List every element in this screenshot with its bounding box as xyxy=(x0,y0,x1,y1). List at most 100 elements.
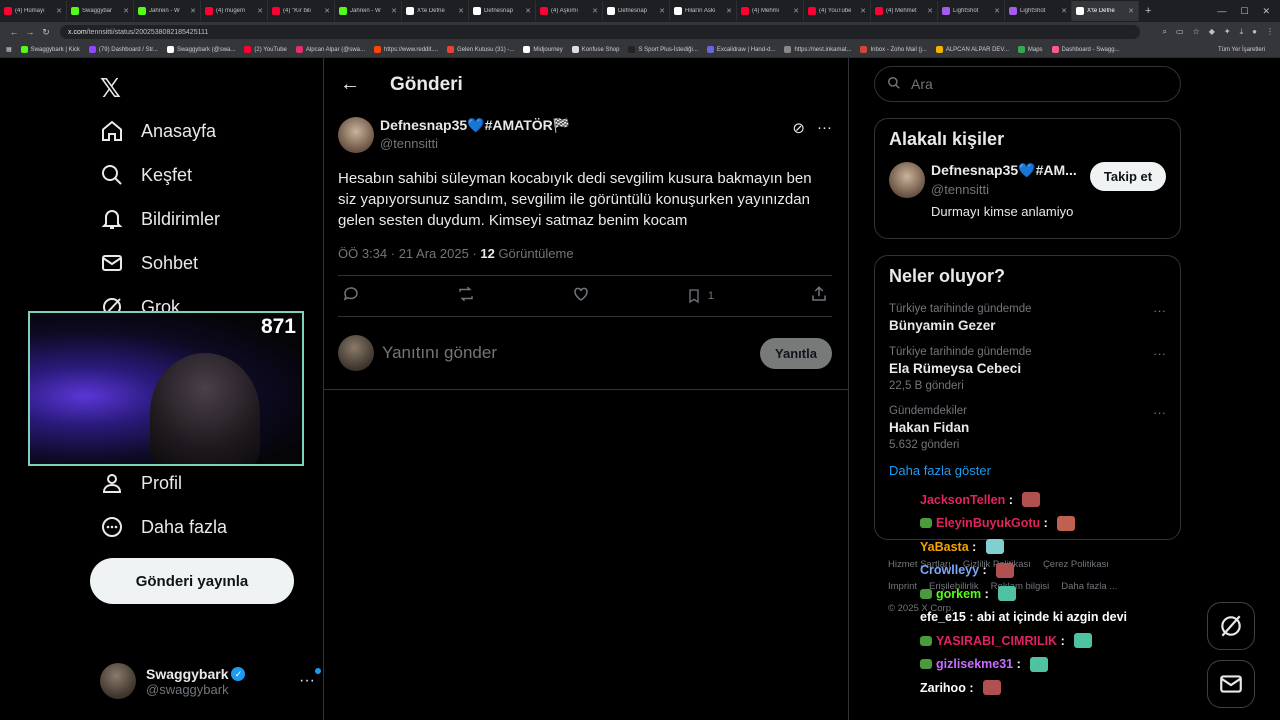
close-tab-icon[interactable]: ✕ xyxy=(324,7,330,15)
puzzle-icon[interactable]: ✦ xyxy=(1224,27,1231,37)
nav-explore[interactable]: Keşfet xyxy=(100,163,192,187)
more-dots-icon[interactable]: ··· xyxy=(1153,303,1166,333)
close-tab-icon[interactable]: ✕ xyxy=(257,7,263,15)
bookmark-item[interactable]: Maps xyxy=(1017,46,1043,53)
nav-profile[interactable]: Profil xyxy=(100,471,182,495)
bookmark-item[interactable]: S Sport Plus-İstediği... xyxy=(628,46,698,53)
close-tab-icon[interactable]: ✕ xyxy=(1061,7,1067,15)
browser-tab[interactable]: Jahrein - W ✕ xyxy=(134,1,201,21)
search-input[interactable]: Ara xyxy=(874,66,1181,102)
close-tab-icon[interactable]: ✕ xyxy=(994,7,1000,15)
bookmark-item[interactable]: Inbox - Zoho Mail (j... xyxy=(860,46,927,53)
close-tab-icon[interactable]: ✕ xyxy=(1128,7,1134,15)
minimize-icon[interactable]: — xyxy=(1217,6,1226,17)
account-switcher[interactable]: Swaggybark ✓ @swaggybark ··· xyxy=(100,661,321,701)
apps-icon[interactable]: ▦ xyxy=(6,46,12,53)
browser-tab[interactable]: LightShot ✕ xyxy=(938,1,1005,21)
browser-tab[interactable]: Swaggybar ✕ xyxy=(67,1,134,21)
more-dots-icon[interactable]: ··· xyxy=(299,668,321,690)
close-tab-icon[interactable]: ✕ xyxy=(458,7,464,15)
bookmark-item[interactable]: ALPCAN ALPAR DEV... xyxy=(935,46,1009,53)
bookmark-item[interactable]: (79) Dashboard / Str... xyxy=(88,46,158,53)
share-icon[interactable] xyxy=(810,285,828,308)
bookmark-item[interactable]: Konfuse Shop xyxy=(571,46,619,53)
close-tab-icon[interactable]: ✕ xyxy=(860,7,866,15)
messages-fab[interactable] xyxy=(1207,660,1255,708)
repost-icon[interactable] xyxy=(456,285,476,308)
trend-item[interactable]: Gündemdekiler Hakan Fidan 5.632 gönderi … xyxy=(889,405,1166,451)
close-tab-icon[interactable]: ✕ xyxy=(391,7,397,15)
bookmark-item[interactable]: Excalidraw | Hand-d... xyxy=(706,46,775,53)
chat-username[interactable]: EleyinBuyukGotu xyxy=(936,516,1040,530)
browser-tab[interactable]: Defnesnap ✕ xyxy=(603,1,670,21)
chat-username[interactable]: JacksonTellen xyxy=(920,493,1005,507)
browser-tab[interactable]: LightShot ✕ xyxy=(1005,1,1072,21)
more-dots-icon[interactable]: ··· xyxy=(817,119,832,137)
bookmark-item[interactable]: https://www.reddit.... xyxy=(374,46,438,53)
browser-tab[interactable]: X'te Defne ✕ xyxy=(1072,1,1139,21)
extension-icon[interactable]: ◆ xyxy=(1209,27,1215,37)
follow-button[interactable]: Takip et xyxy=(1090,162,1166,191)
more-dots-icon[interactable]: ··· xyxy=(1153,346,1166,392)
close-tab-icon[interactable]: ✕ xyxy=(592,7,598,15)
author-avatar[interactable] xyxy=(338,117,374,153)
browser-tab[interactable]: Jahrein - W ✕ xyxy=(335,1,402,21)
close-tab-icon[interactable]: ✕ xyxy=(659,7,665,15)
new-tab-icon[interactable]: + xyxy=(1139,5,1157,17)
menu-icon[interactable]: ⋮ xyxy=(1266,27,1274,37)
bookmark-item[interactable]: Swaggybark | Kick xyxy=(20,46,80,53)
browser-tab[interactable]: (4) mugem ✕ xyxy=(201,1,268,21)
browser-tab[interactable]: (4) YouTube ✕ xyxy=(804,1,871,21)
author-name[interactable]: Defnesnap35💙#AMATÖR🏁 xyxy=(380,117,570,134)
browser-tab[interactable]: X'te Defne ✕ xyxy=(402,1,469,21)
chat-username[interactable]: gorkem xyxy=(936,587,981,601)
close-tab-icon[interactable]: ✕ xyxy=(793,7,799,15)
star-icon[interactable]: ☆ xyxy=(1193,27,1200,37)
back-icon[interactable]: ← xyxy=(6,27,22,37)
browser-tab[interactable]: (4) Mehmet ✕ xyxy=(871,1,938,21)
chat-username[interactable]: Crowlleyy xyxy=(920,563,979,577)
zoom-icon[interactable]: ⌕ xyxy=(1163,27,1167,37)
close-window-icon[interactable]: ✕ xyxy=(1262,6,1270,17)
browser-tab[interactable]: Hilal'in Askı ✕ xyxy=(670,1,737,21)
browser-tab[interactable]: (4) Hümayı ✕ xyxy=(0,1,67,21)
post-button[interactable]: Gönderi yayınla xyxy=(90,558,294,604)
bookmark-item[interactable]: Swaggybark (@swa... xyxy=(166,46,235,53)
close-tab-icon[interactable]: ✕ xyxy=(190,7,196,15)
cast-icon[interactable]: ▭ xyxy=(1176,27,1184,37)
browser-tab[interactable]: (4) Mehmi ✕ xyxy=(737,1,804,21)
more-dots-icon[interactable]: ··· xyxy=(1153,405,1166,451)
chat-username[interactable]: YaBasta xyxy=(920,540,969,554)
bookmark-item[interactable]: Midjourney xyxy=(523,46,563,53)
maximize-icon[interactable]: ☐ xyxy=(1240,6,1248,17)
chat-username[interactable]: efe_e15 xyxy=(920,610,966,624)
all-bookmarks-folder[interactable]: Tüm Yer İşaretleri xyxy=(1218,47,1265,53)
nav-more[interactable]: Daha fazla xyxy=(100,515,227,539)
bookmark-item[interactable]: Dashboard - Swagg... xyxy=(1051,46,1120,53)
bookmark-item[interactable]: https://nest.inkamat... xyxy=(784,46,851,53)
reload-icon[interactable]: ↻ xyxy=(38,27,54,38)
nav-notifications[interactable]: Bildirimler xyxy=(100,207,220,231)
x-logo-icon[interactable]: 𝕏 xyxy=(100,74,121,104)
browser-tab[interactable]: (4) "Kır bili ✕ xyxy=(268,1,335,21)
bookmark-item[interactable]: Alpcan Alpar (@swa... xyxy=(295,46,365,53)
reply-icon[interactable] xyxy=(342,285,360,308)
close-tab-icon[interactable]: ✕ xyxy=(726,7,732,15)
browser-tab[interactable]: Defnesnap ✕ xyxy=(469,1,536,21)
reply-input[interactable]: Yanıtını gönder xyxy=(382,343,760,363)
show-more-link[interactable]: Daha fazla göster xyxy=(889,463,1166,478)
avatar[interactable] xyxy=(889,162,925,198)
post-time[interactable]: ÖÖ 3:34 · 21 Ara 2025 · xyxy=(338,246,480,261)
url-input[interactable]: x.com/tennsitti/status/20025380821854251… xyxy=(60,25,1140,39)
author-handle[interactable]: @tennsitti xyxy=(380,136,570,151)
bookmark-item[interactable]: Gelen Kutusu (31) -... xyxy=(447,46,514,53)
nav-messages[interactable]: Sohbet xyxy=(100,251,198,275)
browser-tab[interactable]: (4) Aşkımı ✕ xyxy=(536,1,603,21)
bookmark-button[interactable]: 1 xyxy=(686,287,714,305)
reply-button[interactable]: Yanıtla xyxy=(760,337,832,369)
chat-username[interactable]: gizlisekme31 xyxy=(936,657,1013,671)
download-icon[interactable]: ⤓ xyxy=(1240,27,1244,37)
close-tab-icon[interactable]: ✕ xyxy=(123,7,129,15)
grok-fab[interactable] xyxy=(1207,602,1255,650)
related-person[interactable]: Defnesnap35💙#AM... @tennsitti Durmayı ki… xyxy=(889,162,1166,219)
